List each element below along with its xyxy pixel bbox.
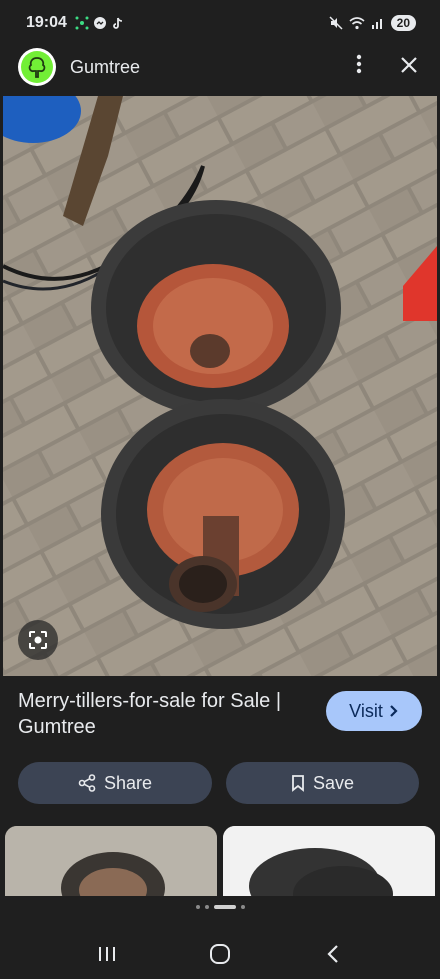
carousel-indicator: [0, 905, 440, 909]
home-icon[interactable]: [200, 939, 240, 969]
result-title[interactable]: Merry-tillers-for-sale for Sale | Gumtre…: [18, 688, 318, 740]
carousel-dot: [204, 905, 209, 909]
status-right: 20: [329, 15, 416, 31]
visit-button[interactable]: Visit: [326, 691, 422, 731]
save-label: Save: [312, 772, 355, 793]
bookmark-icon: [292, 775, 304, 792]
recent-apps-icon[interactable]: [87, 939, 127, 969]
carousel-dot: [195, 905, 200, 909]
signal-icon: [371, 19, 382, 29]
tiller-wheels-photo: [3, 96, 437, 676]
visit-label: Visit: [349, 700, 383, 721]
lens-icon[interactable]: [18, 620, 58, 660]
status-time: 19:04: [26, 14, 67, 31]
related-result-thumbnail[interactable]: [5, 826, 217, 896]
status-bar: 19:04 20: [0, 0, 440, 46]
close-icon[interactable]: [396, 53, 422, 81]
mute-icon: [329, 16, 343, 30]
share-label: Share: [103, 772, 153, 793]
notification-icons: [75, 16, 125, 30]
share-icon: [78, 774, 96, 792]
gumtree-tree-icon[interactable]: [18, 48, 56, 86]
more-vert-icon[interactable]: [344, 54, 374, 80]
app-bar: Gumtree: [0, 46, 440, 88]
tiktok-icon: [113, 17, 122, 29]
save-button[interactable]: Save: [226, 762, 419, 804]
result-image[interactable]: [3, 96, 437, 676]
back-icon[interactable]: [313, 939, 353, 969]
carousel-dot-active: [213, 905, 236, 909]
app-title: Gumtree: [70, 56, 141, 77]
carousel-dot: [240, 905, 245, 909]
messenger-icon: [93, 17, 106, 29]
app-notification-icon: [75, 16, 89, 30]
system-nav-bar: [0, 928, 440, 979]
share-button[interactable]: Share: [18, 762, 212, 804]
status-left: 19:04: [26, 14, 125, 32]
related-result-thumbnail[interactable]: [223, 826, 435, 896]
chevron-right-icon: [390, 705, 398, 717]
battery-level: 20: [390, 15, 416, 31]
wifi-icon: [349, 17, 365, 30]
